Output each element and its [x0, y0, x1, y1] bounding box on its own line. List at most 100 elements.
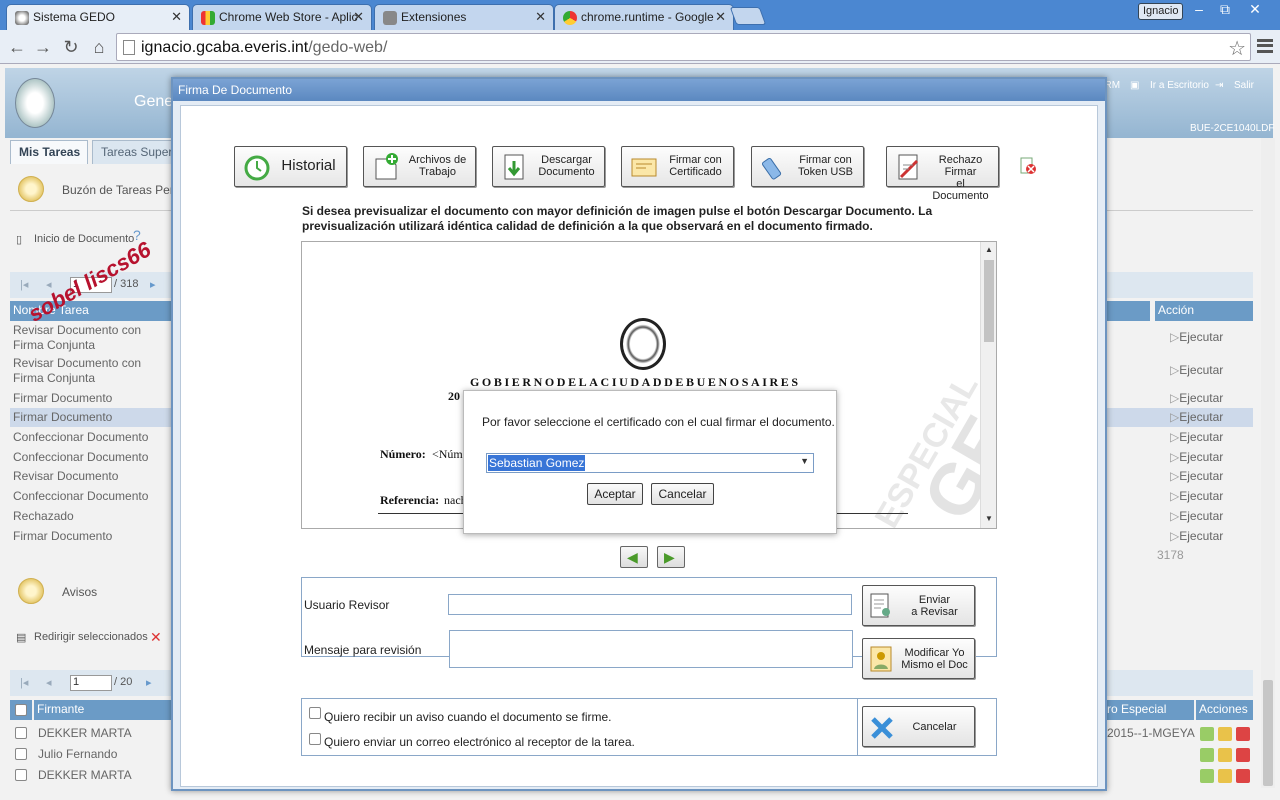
tab-mis-tareas[interactable]: Mis Tareas: [10, 140, 88, 164]
preview-scrollbar[interactable]: ▲ ▼: [980, 242, 996, 528]
reject-sign-icon: [898, 154, 919, 180]
scroll-down-icon[interactable]: ▼: [985, 514, 993, 523]
sign-usb-token-button[interactable]: Firmar con Token USB: [751, 146, 864, 187]
restore-icon[interactable]: ⧉: [1212, 0, 1238, 20]
browser-tab-gedo[interactable]: Sistema GEDO ✕: [6, 4, 190, 30]
redirect-icon: ▤: [16, 632, 27, 644]
chevron-down-icon[interactable]: ▼: [800, 456, 809, 466]
add-icon[interactable]: [1200, 769, 1214, 783]
folder-icon[interactable]: [1218, 769, 1232, 783]
certificate-select[interactable]: Sebastian Gomez ▼: [486, 453, 814, 473]
history-button[interactable]: Historial: [234, 146, 347, 187]
options-divider: [857, 699, 858, 755]
reload-icon[interactable]: ↻: [60, 36, 82, 58]
alerts-title: Avisos: [62, 585, 98, 599]
execute-link[interactable]: Ejecutar: [1170, 363, 1223, 377]
home-icon[interactable]: ⌂: [88, 36, 110, 58]
accept-button[interactable]: Aceptar: [587, 483, 643, 505]
page-scrollbar-thumb[interactable]: [1263, 680, 1273, 786]
remove-icon[interactable]: [1236, 727, 1250, 741]
close-tab-icon[interactable]: ✕: [171, 9, 182, 25]
forward-icon[interactable]: →: [32, 36, 54, 58]
execute-link[interactable]: Ejecutar: [1170, 529, 1223, 543]
execute-link[interactable]: Ejecutar: [1170, 330, 1223, 344]
browser-tab-webstore[interactable]: Chrome Web Store - Aplic ✕: [192, 4, 372, 30]
download-document-button[interactable]: Descargar Documento: [492, 146, 605, 187]
remove-icon[interactable]: [1236, 748, 1250, 762]
minimize-icon[interactable]: –: [1186, 0, 1212, 20]
execute-link[interactable]: Ejecutar: [1170, 410, 1223, 424]
back-icon[interactable]: ←: [6, 36, 28, 58]
delete-document-icon[interactable]: [1019, 156, 1037, 176]
preview-scroll-thumb[interactable]: [984, 260, 994, 342]
reject-sign-button[interactable]: Rechazo Firmar el Documento: [886, 146, 999, 202]
close-window-icon[interactable]: ✕: [1242, 0, 1268, 20]
execute-link[interactable]: Ejecutar: [1170, 391, 1223, 405]
next-page-icon[interactable]: ▸: [150, 278, 156, 291]
first-page-icon[interactable]: |◂: [20, 278, 28, 291]
doc-reference-label: Referencia:: [380, 493, 440, 507]
close-tab-icon[interactable]: ✕: [715, 9, 726, 25]
bookmark-star-icon[interactable]: ☆: [1228, 36, 1246, 61]
execute-link[interactable]: Ejecutar: [1170, 469, 1223, 483]
row-checkbox[interactable]: [15, 769, 27, 781]
button-label: Descargar Documento: [538, 154, 595, 178]
add-file-icon: [375, 153, 398, 180]
tab-tareas-supervisados[interactable]: Tareas Super: [92, 140, 172, 164]
cancel-certificate-button[interactable]: Cancelar: [651, 483, 714, 505]
redirect-selected-link[interactable]: Redirigir seleccionados: [34, 631, 148, 643]
address-bar[interactable]: ignacio.gcaba.everis.int/gedo-web/ ☆: [116, 33, 1251, 61]
execute-link[interactable]: Ejecutar: [1170, 489, 1223, 503]
logout-link[interactable]: Salir: [1234, 80, 1254, 91]
row-checkbox[interactable]: [15, 727, 27, 739]
execute-link[interactable]: Ejecutar: [1170, 450, 1223, 464]
remove-icon[interactable]: [1236, 769, 1250, 783]
message-textarea[interactable]: [449, 630, 853, 668]
select-all-header: [10, 700, 32, 720]
next-page-button[interactable]: ▶: [657, 546, 685, 568]
browser-tab-extensions[interactable]: Extensiones ✕: [374, 4, 554, 30]
sign-certificate-button[interactable]: Firmar con Certificado: [621, 146, 734, 187]
special-header[interactable]: ro Especial: [1104, 700, 1194, 720]
signer-name: DEKKER MARTA: [38, 768, 132, 782]
add-icon[interactable]: [1200, 748, 1214, 762]
button-label: Firmar con Certificado: [669, 154, 722, 178]
notify-sign-checkbox[interactable]: [309, 707, 321, 719]
cancel-button[interactable]: Cancelar: [862, 706, 975, 747]
start-document-link[interactable]: Inicio de Documento: [34, 233, 134, 245]
close-tab-icon[interactable]: ✕: [353, 9, 364, 25]
execute-link[interactable]: Ejecutar: [1170, 430, 1223, 444]
folder-icon[interactable]: [1218, 748, 1232, 762]
select-all-checkbox[interactable]: [15, 704, 27, 716]
profile-badge[interactable]: Ignacio: [1138, 3, 1184, 20]
scroll-up-icon[interactable]: ▲: [985, 245, 993, 254]
next-page-icon[interactable]: ▸: [146, 676, 152, 689]
actions-header: Acciones: [1196, 700, 1253, 720]
logout-icon[interactable]: ⇥: [1215, 80, 1223, 91]
doc-number-label: Número:: [380, 447, 426, 461]
browser-tabstrip: Sistema GEDO ✕ Chrome Web Store - Aplic …: [0, 0, 1280, 30]
prev-page-button[interactable]: ◀: [620, 546, 648, 568]
row-checkbox[interactable]: [15, 748, 27, 760]
delete-icon[interactable]: ✕: [150, 629, 162, 646]
execute-link[interactable]: Ejecutar: [1170, 509, 1223, 523]
desk-icon[interactable]: ▣: [1130, 80, 1139, 91]
modify-self-button[interactable]: Modificar Yo Mismo el Doc: [862, 638, 975, 679]
close-tab-icon[interactable]: ✕: [535, 9, 546, 25]
send-review-button[interactable]: Enviar a Revisar: [862, 585, 975, 626]
page-number-input[interactable]: 1: [70, 675, 112, 691]
add-icon[interactable]: [1200, 727, 1214, 741]
notify-email-checkbox[interactable]: [309, 733, 321, 745]
revisor-input[interactable]: [448, 594, 852, 615]
notify-email-label: Quiero enviar un correo electrónico al r…: [324, 735, 635, 749]
task-name: Confeccionar Documento: [13, 430, 149, 444]
doc-number-value: <Núm: [432, 447, 463, 461]
chrome-menu-icon[interactable]: [1257, 39, 1273, 53]
first-page-icon[interactable]: |◂: [20, 676, 28, 689]
new-tab-button[interactable]: [729, 7, 767, 25]
browser-tab-runtime[interactable]: chrome.runtime - Google ✕: [554, 4, 734, 30]
prev-page-icon[interactable]: ◂: [46, 676, 52, 689]
working-files-button[interactable]: Archivos de Trabajo: [363, 146, 476, 187]
folder-icon[interactable]: [1218, 727, 1232, 741]
desktop-link[interactable]: Ir a Escritorio: [1150, 80, 1209, 91]
